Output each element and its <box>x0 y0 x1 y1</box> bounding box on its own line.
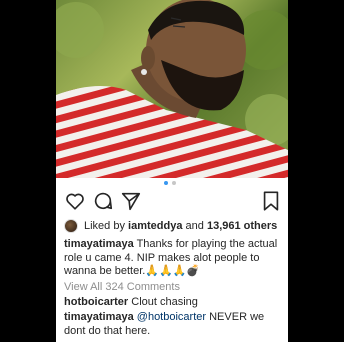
comment: timayatimaya @hotboicarter NEVER we dont… <box>64 311 282 338</box>
carousel-dot-active <box>164 181 168 185</box>
comment-mention-link[interactable]: @hotboicarter <box>137 311 206 323</box>
comment: hotboicarter Clout chasing <box>64 296 282 310</box>
likes-summary: Liked by iamteddya and 13,961 others <box>64 218 284 234</box>
likes-count-link[interactable]: 13,961 others <box>207 220 277 232</box>
post-photo[interactable] <box>56 0 288 178</box>
view-all-comments-link[interactable]: View All 324 Comments <box>64 281 180 293</box>
bookmark-icon[interactable] <box>260 190 282 212</box>
liked-prefix: Liked by <box>84 220 125 232</box>
liked-by-user-link[interactable]: iamteddya <box>128 220 182 232</box>
liked-and: and <box>185 220 204 232</box>
carousel-dots <box>56 181 288 185</box>
action-bar <box>56 190 288 212</box>
comment-username-link[interactable]: hotboicarter <box>64 296 128 308</box>
share-icon[interactable] <box>120 190 142 212</box>
comment-icon[interactable] <box>92 190 114 212</box>
heart-icon[interactable] <box>64 190 86 212</box>
comment-text: Clout chasing <box>131 296 198 308</box>
avatar[interactable] <box>64 219 78 233</box>
post-caption: timayatimaya Thanks for playing the actu… <box>64 238 282 279</box>
caption-username-link[interactable]: timayatimaya <box>64 238 134 250</box>
instagram-post: Liked by iamteddya and 13,961 others tim… <box>56 0 288 342</box>
comment-username-link[interactable]: timayatimaya <box>64 311 134 323</box>
carousel-dot <box>172 181 176 185</box>
